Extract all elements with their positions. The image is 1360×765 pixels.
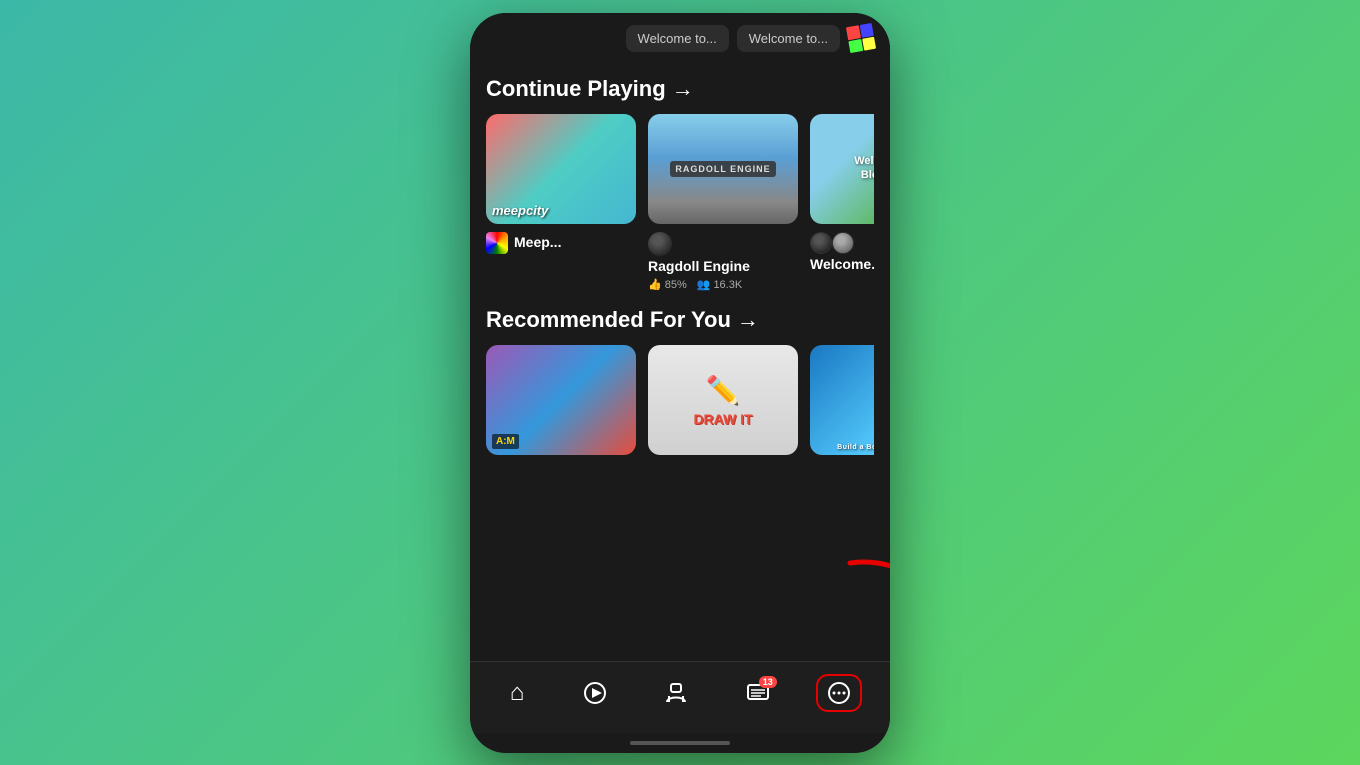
bloxburg-name: Welcome... [810, 256, 874, 273]
bloxburg-creator-row [810, 232, 874, 254]
avatar-icon [665, 682, 687, 704]
game-card-bloxburg[interactable]: Welcome toBloxburg Welcome... [810, 114, 874, 292]
buildboat-thumbnail: B Build a Boat for Treasure [810, 345, 874, 455]
tab1-label: Welcome to... [638, 31, 717, 46]
chat-badge: 13 [759, 676, 777, 688]
meepcity-info: Meep... [486, 232, 636, 254]
main-content: Continue Playing → Meep... [470, 60, 890, 661]
game-card-drawit[interactable]: ✏️ DRAW IT [648, 345, 798, 455]
header-tab-1[interactable]: Welcome to... [626, 25, 729, 52]
game-card-buildboat[interactable]: B Build a Boat for Treasure [810, 345, 874, 455]
recommended-title: Recommended For You [486, 307, 731, 333]
thumbs-up-icon: 👍 [648, 278, 662, 291]
recommended-arrow[interactable]: → [737, 307, 759, 333]
ragdoll-name: Ragdoll Engine [648, 258, 798, 275]
continue-playing-games-row: Meep... RAGDOLL ENGINE Ragdoll Engine [486, 114, 874, 292]
ragdoll-thumbnail: RAGDOLL ENGINE [648, 114, 798, 224]
nav-item-more[interactable] [816, 674, 862, 712]
home-indicator [470, 733, 890, 753]
more-icon [828, 682, 850, 704]
drawit-thumbnail: ✏️ DRAW IT [648, 345, 798, 455]
continue-playing-header: Continue Playing → [486, 76, 874, 102]
home-bar [630, 741, 730, 745]
people-icon: 👥 [697, 278, 711, 291]
meepcity-thumbnail [486, 114, 636, 224]
continue-playing-section: Continue Playing → Meep... [470, 76, 890, 292]
recommended-section: Recommended For You → A:M ✏️ DRAW IT [470, 307, 890, 455]
ragdoll-players-stat: 👥 16.3K [697, 278, 742, 291]
drawit-text: DRAW IT [693, 411, 752, 427]
bottom-nav: ⌂ [470, 661, 890, 733]
header: Welcome to... Welcome to... [470, 13, 890, 60]
am-label: A:M [492, 434, 519, 449]
ragdoll-stats: 👍 85% 👥 16.3K [648, 278, 798, 291]
game-card-ragdoll[interactable]: RAGDOLL ENGINE Ragdoll Engine 👍 85% [648, 114, 798, 292]
header-tab-2[interactable]: Welcome to... [737, 25, 840, 52]
pencil-icon: ✏️ [706, 374, 741, 407]
continue-playing-title: Continue Playing [486, 76, 666, 102]
continue-playing-arrow[interactable]: → [672, 76, 694, 102]
boat-label-text: Build a Boat for Treasure [810, 444, 874, 451]
bloxburg-avatar-2 [832, 232, 854, 254]
bloxburg-thumbnail: Welcome toBloxburg [810, 114, 874, 224]
play-icon [584, 682, 606, 704]
meepcity-creator-row: Meep... [486, 232, 636, 254]
roblox-logo-icon [846, 23, 876, 53]
nav-item-chat[interactable]: 13 [735, 674, 781, 712]
ragdoll-players: 16.3K [713, 279, 742, 291]
home-icon: ⌂ [510, 679, 525, 707]
am-thumbnail: A:M [486, 345, 636, 455]
tab2-label: Welcome to... [749, 31, 828, 46]
phone-container: Welcome to... Welcome to... Continue Pla… [470, 13, 890, 753]
meepcity-name: Meep... [514, 234, 561, 251]
ragdoll-creator-avatar [648, 232, 672, 256]
ragdoll-like-pct: 85% [665, 279, 687, 291]
game-card-meepcity[interactable]: Meep... [486, 114, 636, 292]
meepcity-creator-avatar [486, 232, 508, 254]
nav-item-home[interactable]: ⌂ [498, 671, 537, 715]
bloxburg-avatar-1 [810, 232, 832, 254]
ragdoll-like-icon: 👍 85% [648, 278, 687, 291]
ragdoll-creator-row [648, 232, 798, 256]
bloxburg-info: Welcome... [810, 232, 874, 273]
recommended-games-row: A:M ✏️ DRAW IT B Build a Boat for Treasu… [486, 345, 874, 455]
ragdoll-info: Ragdoll Engine 👍 85% 👥 16.3K [648, 232, 798, 292]
bloxburg-thumb-text: Welcome toBloxburg [854, 155, 874, 181]
recommended-header: Recommended For You → [486, 307, 874, 333]
nav-item-discover[interactable] [572, 674, 618, 712]
nav-item-avatar[interactable] [653, 674, 699, 712]
ragdoll-label: RAGDOLL ENGINE [670, 161, 775, 177]
game-card-am[interactable]: A:M [486, 345, 636, 455]
